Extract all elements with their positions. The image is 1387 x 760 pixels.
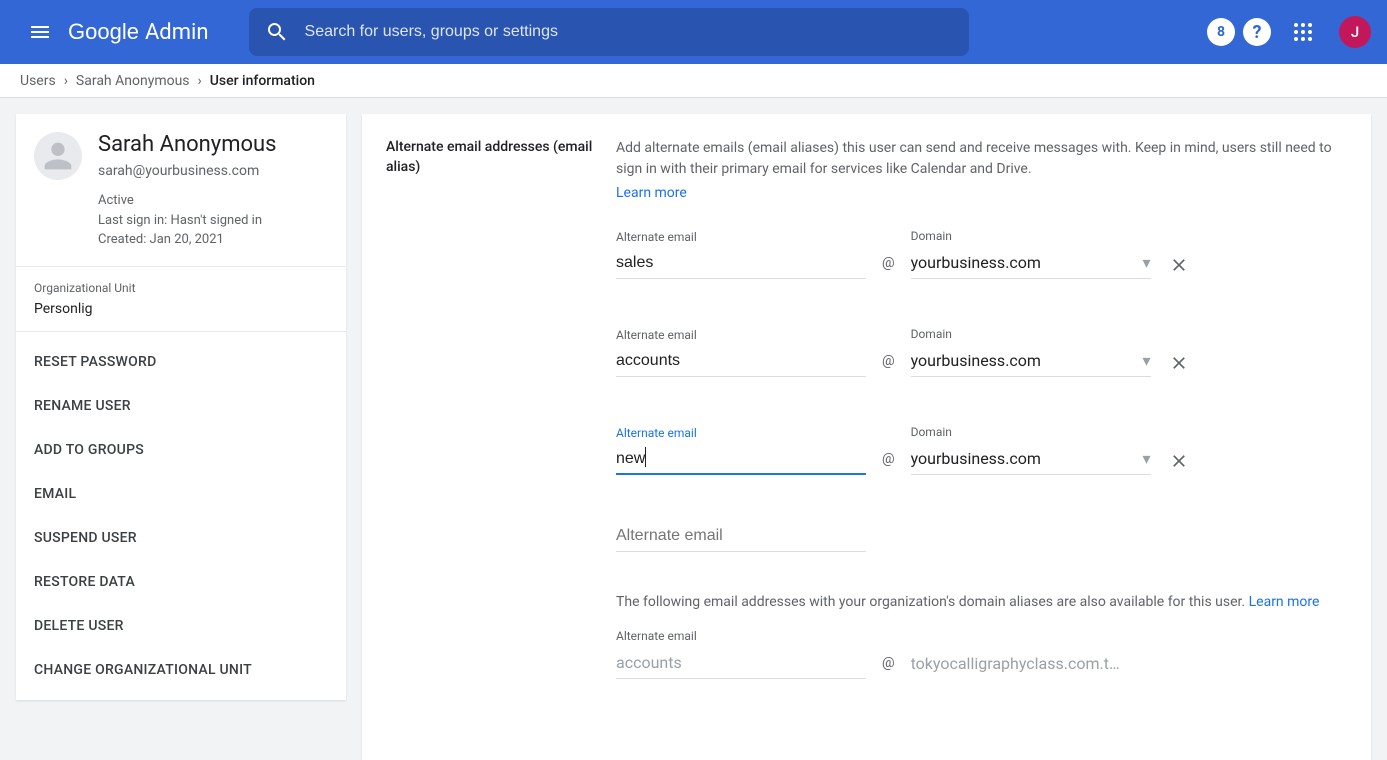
user-card: Sarah Anonymous sarah@yourbusiness.com A… [16,114,346,700]
chevron-down-icon: ▾ [1143,253,1151,272]
notifications-badge[interactable]: 8 [1207,18,1235,46]
alias-domain-label: Domain [911,229,1151,243]
breadcrumb-users[interactable]: Users [20,73,56,89]
logo-admin: Admin [145,20,209,45]
breadcrumb: Users › Sarah Anonymous › User informati… [0,64,1387,98]
remove-alias-button[interactable] [1167,255,1191,279]
org-section: Organizational Unit Personlig [16,267,346,332]
alias-domain-select[interactable]: yourbusiness.com ▾ [911,249,1151,279]
remove-alias-button[interactable] [1167,451,1191,475]
alias-domain-value: yourbusiness.com [911,253,1041,272]
action-email[interactable]: EMAIL [16,472,346,516]
user-name: Sarah Anonymous [98,132,277,157]
search-icon [265,20,289,44]
action-change-organizational-unit[interactable]: CHANGE ORGANIZATIONAL UNIT [16,648,346,692]
action-rename-user[interactable]: RENAME USER [16,384,346,428]
header-icons: 8 ? J [1207,8,1371,56]
readonly-alias-section: Alternate email accounts @ tokyocalligra… [616,629,1347,679]
alias-email-input[interactable] [616,250,866,279]
chevron-down-icon: ▾ [1143,449,1151,468]
domain-aliases-learn-more[interactable]: Learn more [1249,594,1320,610]
user-avatar-icon [34,132,82,180]
search-input[interactable] [305,23,953,41]
empty-alias-row [616,523,1347,552]
account-avatar[interactable]: J [1339,16,1371,48]
alias-email-label: Alternate email [616,230,866,244]
at-sign: @ [882,655,895,679]
readonly-alias-label: Alternate email [616,629,1347,643]
alias-row: Alternate email @ Domain yourbusiness.co… [616,425,1347,475]
at-sign: @ [882,255,895,279]
alias-email-input[interactable] [616,348,866,377]
content: Sarah Anonymous sarah@yourbusiness.com A… [0,98,1387,760]
new-alias-input[interactable] [616,523,866,552]
menu-icon[interactable] [16,8,64,56]
alias-domain-select[interactable]: yourbusiness.com ▾ [911,445,1151,475]
at-sign: @ [882,451,895,475]
logo-google: Google [68,19,139,45]
remove-alias-button[interactable] [1167,353,1191,377]
sidebar: Sarah Anonymous sarah@yourbusiness.com A… [16,114,346,760]
chevron-down-icon: ▾ [1143,351,1151,370]
chevron-right-icon: › [64,73,68,89]
action-add-to-groups[interactable]: ADD TO GROUPS [16,428,346,472]
alias-domain-value: yourbusiness.com [911,351,1041,370]
action-reset-password[interactable]: RESET PASSWORD [16,340,346,384]
org-value: Personlig [34,301,328,317]
breadcrumb-current: User information [210,73,315,89]
action-restore-data[interactable]: RESTORE DATA [16,560,346,604]
user-header: Sarah Anonymous sarah@yourbusiness.com A… [16,114,346,267]
help-text: Add alternate emails (email aliases) thi… [616,138,1347,180]
user-info: Sarah Anonymous sarah@yourbusiness.com A… [98,132,277,250]
alias-row: Alternate email @ Domain yourbusiness.co… [616,327,1347,377]
search-bar[interactable] [249,8,969,56]
breadcrumb-user[interactable]: Sarah Anonymous [76,73,190,89]
readonly-alias-email: accounts [616,649,866,679]
alias-row: Alternate email @ Domain yourbusiness.co… [616,229,1347,279]
alias-domain-value: yourbusiness.com [911,449,1041,468]
alias-rows: Alternate email @ Domain yourbusiness.co… [616,229,1347,475]
org-label: Organizational Unit [34,281,328,295]
alias-domain-label: Domain [911,425,1151,439]
alias-email-label: Alternate email [616,426,866,440]
readonly-alias-domain: tokyocalligraphyclass.com.t… [911,650,1131,679]
user-last-signin: Last sign in: Hasn't signed in [98,211,277,231]
user-created: Created: Jan 20, 2021 [98,230,277,250]
domain-aliases-text: The following email addresses with your … [616,592,1347,613]
actions-list: RESET PASSWORDRENAME USERADD TO GROUPSEM… [16,332,346,700]
logo[interactable]: Google Admin [68,19,209,45]
user-email: sarah@yourbusiness.com [98,163,277,179]
action-delete-user[interactable]: DELETE USER [16,604,346,648]
learn-more-link[interactable]: Learn more [616,185,687,201]
alias-email-label: Alternate email [616,328,866,342]
user-status: Active [98,191,277,211]
alias-email-input[interactable] [616,446,866,475]
action-suspend-user[interactable]: SUSPEND USER [16,516,346,560]
help-icon[interactable]: ? [1243,18,1271,46]
chevron-right-icon: › [198,73,202,89]
section-title: Alternate email addresses (email alias) [386,138,616,679]
alias-domain-label: Domain [911,327,1151,341]
alias-domain-select[interactable]: yourbusiness.com ▾ [911,347,1151,377]
at-sign: @ [882,353,895,377]
app-header: Google Admin 8 ? J [0,0,1387,64]
main-panel: Alternate email addresses (email alias) … [362,114,1371,760]
apps-icon[interactable] [1279,8,1327,56]
